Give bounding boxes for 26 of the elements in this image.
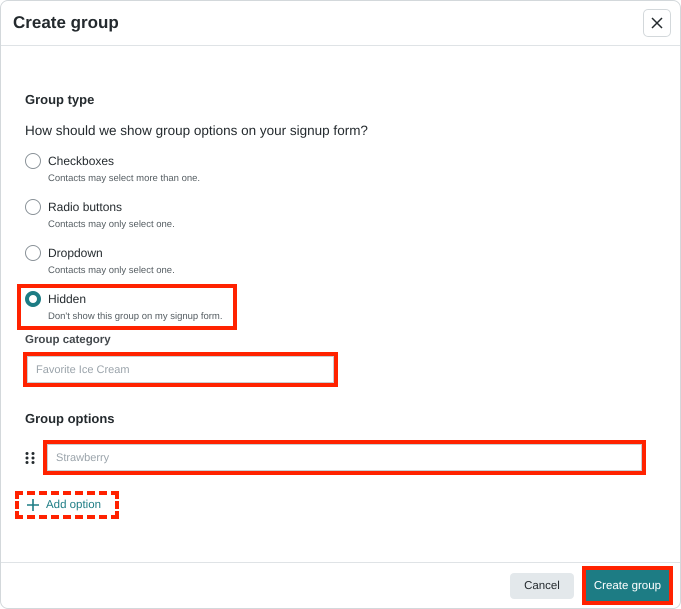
radio-button[interactable] <box>25 153 41 169</box>
plus-icon <box>27 499 39 511</box>
radio-button[interactable] <box>25 245 41 261</box>
option-description: Contacts may only select one. <box>48 219 175 230</box>
option-description: Don't show this group on my signup form. <box>48 311 222 322</box>
dialog-title: Create group <box>13 13 119 33</box>
question-text: How should we show group options on your signup form? <box>25 123 369 138</box>
category-input-field[interactable]: Favorite Ice Cream <box>27 356 334 383</box>
option-description: Contacts may select more than one. <box>48 173 200 184</box>
close-button[interactable] <box>643 9 671 37</box>
option-input-field[interactable]: Strawberry <box>47 444 642 471</box>
option-label: Hidden <box>48 292 88 306</box>
close-icon <box>651 17 663 29</box>
option-label: Radio buttons <box>48 200 124 214</box>
create-button[interactable]: Create group <box>586 570 669 601</box>
option-label: Dropdown <box>48 246 104 260</box>
option-description: Contacts may only select one. <box>48 265 175 276</box>
cancel-button[interactable]: Cancel <box>510 572 574 598</box>
radio-button[interactable] <box>25 199 41 215</box>
drag-handle-icon[interactable] <box>25 452 35 464</box>
option-label: Checkboxes <box>48 154 116 168</box>
field-label: Group category <box>25 334 112 346</box>
add-option-link[interactable]: Add option <box>15 491 119 519</box>
section-heading: Group options <box>25 411 116 426</box>
radio-button[interactable] <box>25 291 41 307</box>
section-heading: Group type <box>25 92 96 107</box>
